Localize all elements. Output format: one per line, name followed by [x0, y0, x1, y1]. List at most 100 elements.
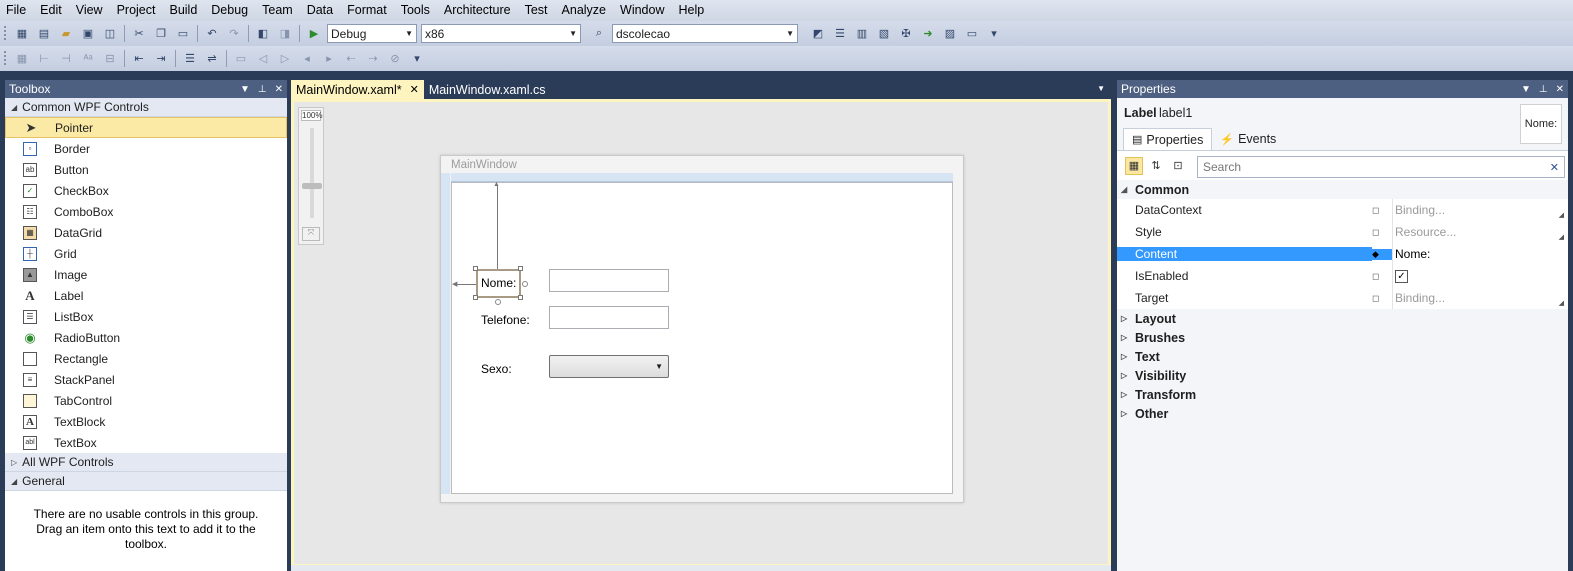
menu-test[interactable]: Test — [518, 0, 555, 21]
outdent-icon[interactable]: ⇤ — [131, 51, 147, 67]
toolbox-item-textbox[interactable]: abl TextBox — [5, 432, 287, 453]
toolbar-grip[interactable] — [3, 25, 7, 42]
undo-icon[interactable]: ↶ — [204, 26, 220, 42]
resize-handle[interactable] — [518, 295, 523, 300]
categorized-icon[interactable]: ▦ — [1125, 156, 1143, 175]
pin-icon[interactable]: ⊥ — [1539, 84, 1548, 95]
menu-data[interactable]: Data — [300, 0, 340, 21]
zoom-control[interactable]: 100% ⤧ — [298, 107, 324, 245]
text-direction-icon[interactable]: ᴬᵃ — [80, 51, 96, 67]
expand-arrow-icon[interactable]: ▷ — [1121, 333, 1127, 342]
property-value[interactable]: Binding... ◢ — [1392, 287, 1568, 309]
window-position-icon[interactable]: ▼ — [240, 84, 250, 95]
property-row-target[interactable]: Target ◻ Binding... ◢ — [1117, 287, 1568, 309]
align-to-grid-icon[interactable]: ▦ — [14, 51, 30, 67]
toolbox-item-listbox[interactable]: ☰ ListBox — [5, 306, 287, 327]
start-page-icon[interactable]: ➜ — [920, 26, 936, 42]
property-value[interactable]: ✓ — [1392, 265, 1568, 287]
close-icon[interactable]: ✕ — [1556, 84, 1564, 95]
category-visibility[interactable]: ▷ Visibility — [1117, 366, 1568, 385]
menu-window[interactable]: Window — [613, 0, 671, 21]
toolbox-window-icon[interactable]: ▧ — [876, 26, 892, 42]
property-marker-icon[interactable]: ◻ — [1372, 205, 1392, 216]
label-sexo[interactable]: Sexo: — [481, 362, 512, 376]
menu-project[interactable]: Project — [110, 0, 163, 21]
collapse-arrow-icon[interactable]: ◢ — [1121, 185, 1127, 194]
zoom-to-fit-icon[interactable]: ⤧ — [302, 227, 320, 241]
expand-arrow-icon[interactable]: ▷ — [1121, 314, 1127, 323]
window-position-icon[interactable]: ▼ — [1521, 84, 1531, 95]
align-centers-icon[interactable]: ⊣ — [58, 51, 74, 67]
paste-icon[interactable]: ▭ — [175, 26, 191, 42]
toolbox-item-combobox[interactable]: ☷ ComboBox — [5, 201, 287, 222]
navigate-forward-icon[interactable]: ◨ — [277, 26, 293, 42]
property-row-datacontext[interactable]: DataContext ◻ Binding... ◢ — [1117, 199, 1568, 221]
extension-manager-icon[interactable]: ▨ — [942, 26, 958, 42]
menu-tools[interactable]: Tools — [394, 0, 437, 21]
property-marker-icon[interactable]: ◆ — [1372, 248, 1392, 260]
combobox-sexo[interactable]: ▼ — [549, 355, 669, 378]
property-value[interactable]: Binding... ◢ — [1392, 199, 1568, 221]
comment-icon[interactable]: ☰ — [182, 51, 198, 67]
selected-element-name[interactable]: label1 — [1159, 106, 1192, 120]
expand-arrow-icon[interactable]: ▷ — [11, 458, 17, 467]
toolbox-item-rectangle[interactable]: Rectangle — [5, 348, 287, 369]
align-rights-icon[interactable]: ⊟ — [102, 51, 118, 67]
grid-ruler-left[interactable] — [441, 173, 450, 494]
bottom-anchor-handle[interactable] — [495, 299, 501, 305]
toolbox-item-pointer[interactable]: ➤ Pointer — [5, 117, 287, 138]
toolbox-item-button[interactable]: ab Button — [5, 159, 287, 180]
property-row-content[interactable]: Content ◆ Nome: — [1117, 243, 1568, 265]
clear-bookmarks-icon[interactable]: ⊘ — [387, 51, 403, 67]
toolbox-group-general[interactable]: ◢ General — [5, 472, 287, 491]
property-marker-icon[interactable]: ◻ — [1372, 227, 1392, 238]
solution-configuration-select[interactable]: Debug ▼ — [327, 24, 417, 43]
category-common[interactable]: ◢ Common — [1117, 180, 1568, 199]
redo-icon[interactable]: ↷ — [226, 26, 242, 42]
toolbox-item-stackpanel[interactable]: ≡ StackPanel — [5, 369, 287, 390]
expand-arrow-icon[interactable]: ▷ — [1121, 352, 1127, 361]
property-value[interactable]: Resource... ◢ — [1392, 221, 1568, 243]
menu-team[interactable]: Team — [255, 0, 300, 21]
toolbox-group-all[interactable]: ▷ All WPF Controls — [5, 453, 287, 472]
bookmark-prev-icon[interactable]: ◁ — [255, 51, 271, 67]
save-all-icon[interactable]: ◫ — [102, 26, 118, 42]
indent-icon[interactable]: ⇥ — [153, 51, 169, 67]
property-marker-icon[interactable]: ◻ — [1372, 271, 1392, 282]
property-marker-icon[interactable]: ◻ — [1372, 293, 1392, 304]
design-surface[interactable]: 100% ⤧ MainWindow ▲ ◀ Nome: Telefone: Se… — [294, 102, 1108, 564]
close-icon[interactable]: ✕ — [275, 84, 283, 95]
menu-debug[interactable]: Debug — [204, 0, 255, 21]
category-brushes[interactable]: ▷ Brushes — [1117, 328, 1568, 347]
bookmark-next-icon[interactable]: ▷ — [277, 51, 293, 67]
solution-explorer-icon[interactable]: ◩ — [810, 26, 826, 42]
category-layout[interactable]: ▷ Layout — [1117, 309, 1568, 328]
open-file-icon[interactable]: ▰ — [58, 26, 74, 42]
alphabetical-icon[interactable]: ⇅ — [1147, 157, 1165, 175]
toolbox-group-common[interactable]: ◢ Common WPF Controls — [5, 98, 287, 117]
category-other[interactable]: ▷ Other — [1117, 404, 1568, 423]
toolbox-item-label[interactable]: A Label — [5, 285, 287, 306]
property-row-style[interactable]: Style ◻ Resource... ◢ — [1117, 221, 1568, 243]
pin-icon[interactable]: ⊥ — [258, 84, 267, 95]
tools-icon[interactable]: ✠ — [898, 26, 914, 42]
textbox-nome[interactable] — [549, 269, 669, 292]
object-browser-icon[interactable]: ▥ — [854, 26, 870, 42]
cut-icon[interactable]: ✂ — [131, 26, 147, 42]
property-row-isenabled[interactable]: IsEnabled ◻ ✓ — [1117, 265, 1568, 287]
close-icon[interactable]: ✕ — [410, 83, 419, 96]
menu-format[interactable]: Format — [340, 0, 394, 21]
clear-search-icon[interactable]: ✕ — [1550, 161, 1559, 174]
find-in-files-icon[interactable]: ⌕ — [591, 26, 607, 42]
new-project-icon[interactable]: ▦ — [14, 26, 30, 42]
bookmark-next-folder-icon[interactable]: ▸ — [321, 51, 337, 67]
grid-ruler-top[interactable] — [451, 173, 953, 182]
align-lefts-icon[interactable]: ⊢ — [36, 51, 52, 67]
tab-events[interactable]: ⚡ Events — [1212, 128, 1284, 150]
navigate-icon[interactable]: ◧ — [255, 26, 271, 42]
property-search-input[interactable]: Search ✕ — [1197, 156, 1565, 178]
toolbox-item-checkbox[interactable]: ✓ CheckBox — [5, 180, 287, 201]
label-telefone[interactable]: Telefone: — [481, 313, 530, 327]
design-xaml-tabs[interactable] — [291, 565, 1111, 571]
resize-handle[interactable] — [473, 295, 478, 300]
